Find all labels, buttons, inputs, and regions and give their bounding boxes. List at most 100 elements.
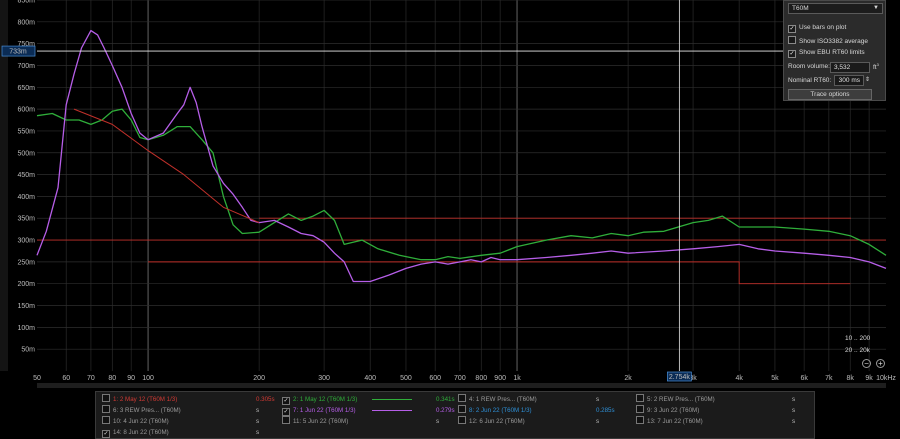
- x-tick-label: 10kHz: [876, 375, 896, 382]
- checkbox-unchecked-icon[interactable]: [458, 405, 466, 413]
- legend-trace-value: s: [256, 407, 260, 414]
- x-tick-label: 2k: [624, 375, 632, 382]
- x-tick-label: 600: [429, 375, 441, 382]
- legend-trace-value: s: [792, 418, 796, 425]
- legend-trace-item[interactable]: 9: 3 Jun 22 (T60M): [636, 405, 699, 416]
- y-tick-label: 650m: [17, 85, 35, 92]
- y-tick-label: 250m: [17, 259, 35, 266]
- legend-trace-item[interactable]: ✓ 2: 1 May 12 (T60M 1/3): [282, 394, 357, 405]
- cursor-y-readout: 733m: [9, 49, 27, 56]
- legend-trace-value: s: [792, 407, 796, 414]
- y-tick-label: 800m: [17, 19, 35, 26]
- y-tick-label: 200m: [17, 281, 35, 288]
- legend-trace-label: 9: 3 Jun 22 (T60M): [647, 407, 700, 414]
- legend-trace-label: 10: 4 Jun 22 (T60M): [113, 418, 169, 425]
- legend-trace-value: s: [596, 396, 600, 403]
- checkbox-unchecked-icon[interactable]: [102, 405, 110, 413]
- legend-trace-label: 4: 1 REW Pres... (T60M): [469, 396, 537, 403]
- checkbox-unchecked-icon[interactable]: [102, 416, 110, 424]
- checkbox-checked-icon[interactable]: ✓: [282, 397, 290, 405]
- x-tick-label: 80: [108, 375, 116, 382]
- show-iso-checkbox[interactable]: Show ISO3382 average: [788, 36, 868, 46]
- x-tick-label: 1k: [513, 375, 521, 382]
- checkbox-unchecked-icon[interactable]: [282, 416, 290, 424]
- legend-trace-item[interactable]: 13: 7 Jun 22 (T60M): [636, 416, 703, 427]
- show-ebu-label: Show EBU RT60 limits: [799, 49, 865, 56]
- legend-trace-value: 0.279s: [436, 407, 455, 414]
- checkbox-unchecked-icon: [788, 36, 796, 44]
- x-tick-label: 4k: [735, 375, 743, 382]
- spinner-icon[interactable]: ⇕: [865, 75, 870, 85]
- checkbox-unchecked-icon[interactable]: [458, 394, 466, 402]
- legend-trace-item[interactable]: 12: 6 Jun 22 (T60M): [458, 416, 525, 427]
- y-tick-label: 100m: [17, 325, 35, 332]
- graph-type-dropdown[interactable]: T60M ▼: [788, 3, 883, 14]
- legend-trace-item[interactable]: 4: 1 REW Pres... (T60M): [458, 394, 537, 405]
- zoom-out-icon[interactable]: −: [862, 359, 871, 368]
- legend-trace-item[interactable]: 10: 4 Jun 22 (T60M): [102, 416, 169, 427]
- x-tick-label: 5k: [771, 375, 779, 382]
- checkbox-checked-icon: ✓: [788, 50, 796, 58]
- x-tick-label: 800: [475, 375, 487, 382]
- legend-trace-item[interactable]: ✓ 7: 1 Jun 22 (T60M 1/3): [282, 405, 356, 416]
- legend-trace-label: 2: 1 May 12 (T60M 1/3): [293, 396, 358, 403]
- legend-trace-label: 13: 7 Jun 22 (T60M): [647, 418, 703, 425]
- legend-trace-label: 7: 1 Jun 22 (T60M 1/3): [293, 407, 356, 414]
- horizontal-scrollbar: [37, 383, 886, 388]
- x-tick-label: 100: [142, 375, 154, 382]
- x-tick-label: 300: [318, 375, 330, 382]
- x-tick-label: 50: [33, 375, 41, 382]
- room-volume-input[interactable]: 3,532: [830, 62, 870, 73]
- checkbox-unchecked-icon[interactable]: [636, 416, 644, 424]
- zoom-in-icon[interactable]: +: [876, 359, 885, 368]
- chevron-down-icon: ▼: [873, 5, 879, 11]
- legend-trace-value: 0.341s: [436, 396, 455, 403]
- checkbox-checked-icon[interactable]: ✓: [282, 408, 290, 416]
- legend-trace-value: s: [256, 429, 260, 436]
- y-tick-label: 700m: [17, 63, 35, 70]
- plot-area: [37, 0, 886, 371]
- control-panel: T60M ▼ ✓ Use bars on plot Show ISO3382 av…: [783, 0, 886, 101]
- x-tick-label: 9k: [865, 375, 873, 382]
- legend-trace-value: s: [792, 396, 796, 403]
- y-tick-label: 450m: [17, 172, 35, 179]
- rt60-plot[interactable]: 850m800m750m700m650m600m550m500m450m400m…: [0, 0, 900, 439]
- nominal-rt60-label: Nominal RT60:: [788, 77, 832, 84]
- legend-trace-item[interactable]: 1: 2 May 12 (T60M 1/3): [102, 394, 177, 405]
- y-tick-label: 350m: [17, 216, 35, 223]
- x-tick-label: 8k: [847, 375, 855, 382]
- legend-trace-label: 1: 2 May 12 (T60M 1/3): [113, 396, 178, 403]
- checkbox-checked-icon[interactable]: ✓: [102, 430, 110, 438]
- room-volume-unit: ft3: [873, 62, 879, 72]
- y-tick-label: 550m: [17, 128, 35, 135]
- x-tick-label: 7k: [825, 375, 833, 382]
- y-tick-label: 150m: [17, 303, 35, 310]
- nominal-rt60-input[interactable]: 300 ms: [834, 75, 864, 86]
- use-bars-label: Use bars on plot: [799, 24, 847, 31]
- legend-trace-label: 12: 6 Jun 22 (T60M): [469, 418, 525, 425]
- trace-legend: 1: 2 May 12 (T60M 1/3) 0.305s ✓ 2: 1 May 12…: [95, 391, 815, 439]
- legend-trace-item[interactable]: ✓ 14: 8 Jun 22 (T60M): [102, 427, 169, 438]
- trace-options-button[interactable]: Trace options: [788, 89, 872, 100]
- legend-trace-item[interactable]: 5: 2 REW Pres... (T60M): [636, 394, 715, 405]
- checkbox-unchecked-icon[interactable]: [102, 394, 110, 402]
- legend-trace-label: 8: 2 Jun 22 (T60M 1/3): [469, 407, 532, 414]
- x-tick-label: 400: [364, 375, 376, 382]
- cursor-x-readout: 2.754k: [669, 374, 691, 381]
- checkbox-unchecked-icon[interactable]: [458, 416, 466, 424]
- legend-trace-item[interactable]: 8: 2 Jun 22 (T60M 1/3): [458, 405, 532, 416]
- room-volume-label: Room volume:: [788, 63, 830, 70]
- x-tick-label: 60: [62, 375, 70, 382]
- legend-trace-item[interactable]: 11: 5 Jun 22 (T60M): [282, 416, 348, 427]
- use-bars-checkbox[interactable]: ✓ Use bars on plot: [788, 23, 846, 33]
- show-ebu-checkbox[interactable]: ✓ Show EBU RT60 limits: [788, 48, 865, 58]
- legend-trace-item[interactable]: 6: 3 REW Pres... (T60M): [102, 405, 181, 416]
- checkbox-unchecked-icon[interactable]: [636, 394, 644, 402]
- legend-color-swatch: [372, 410, 412, 411]
- y-tick-label: 850m: [17, 0, 35, 5]
- checkbox-unchecked-icon[interactable]: [636, 405, 644, 413]
- checkbox-checked-icon: ✓: [788, 25, 796, 33]
- x-tick-label: 6k: [800, 375, 808, 382]
- x-tick-label: 900: [494, 375, 506, 382]
- x-tick-label: 70: [87, 375, 95, 382]
